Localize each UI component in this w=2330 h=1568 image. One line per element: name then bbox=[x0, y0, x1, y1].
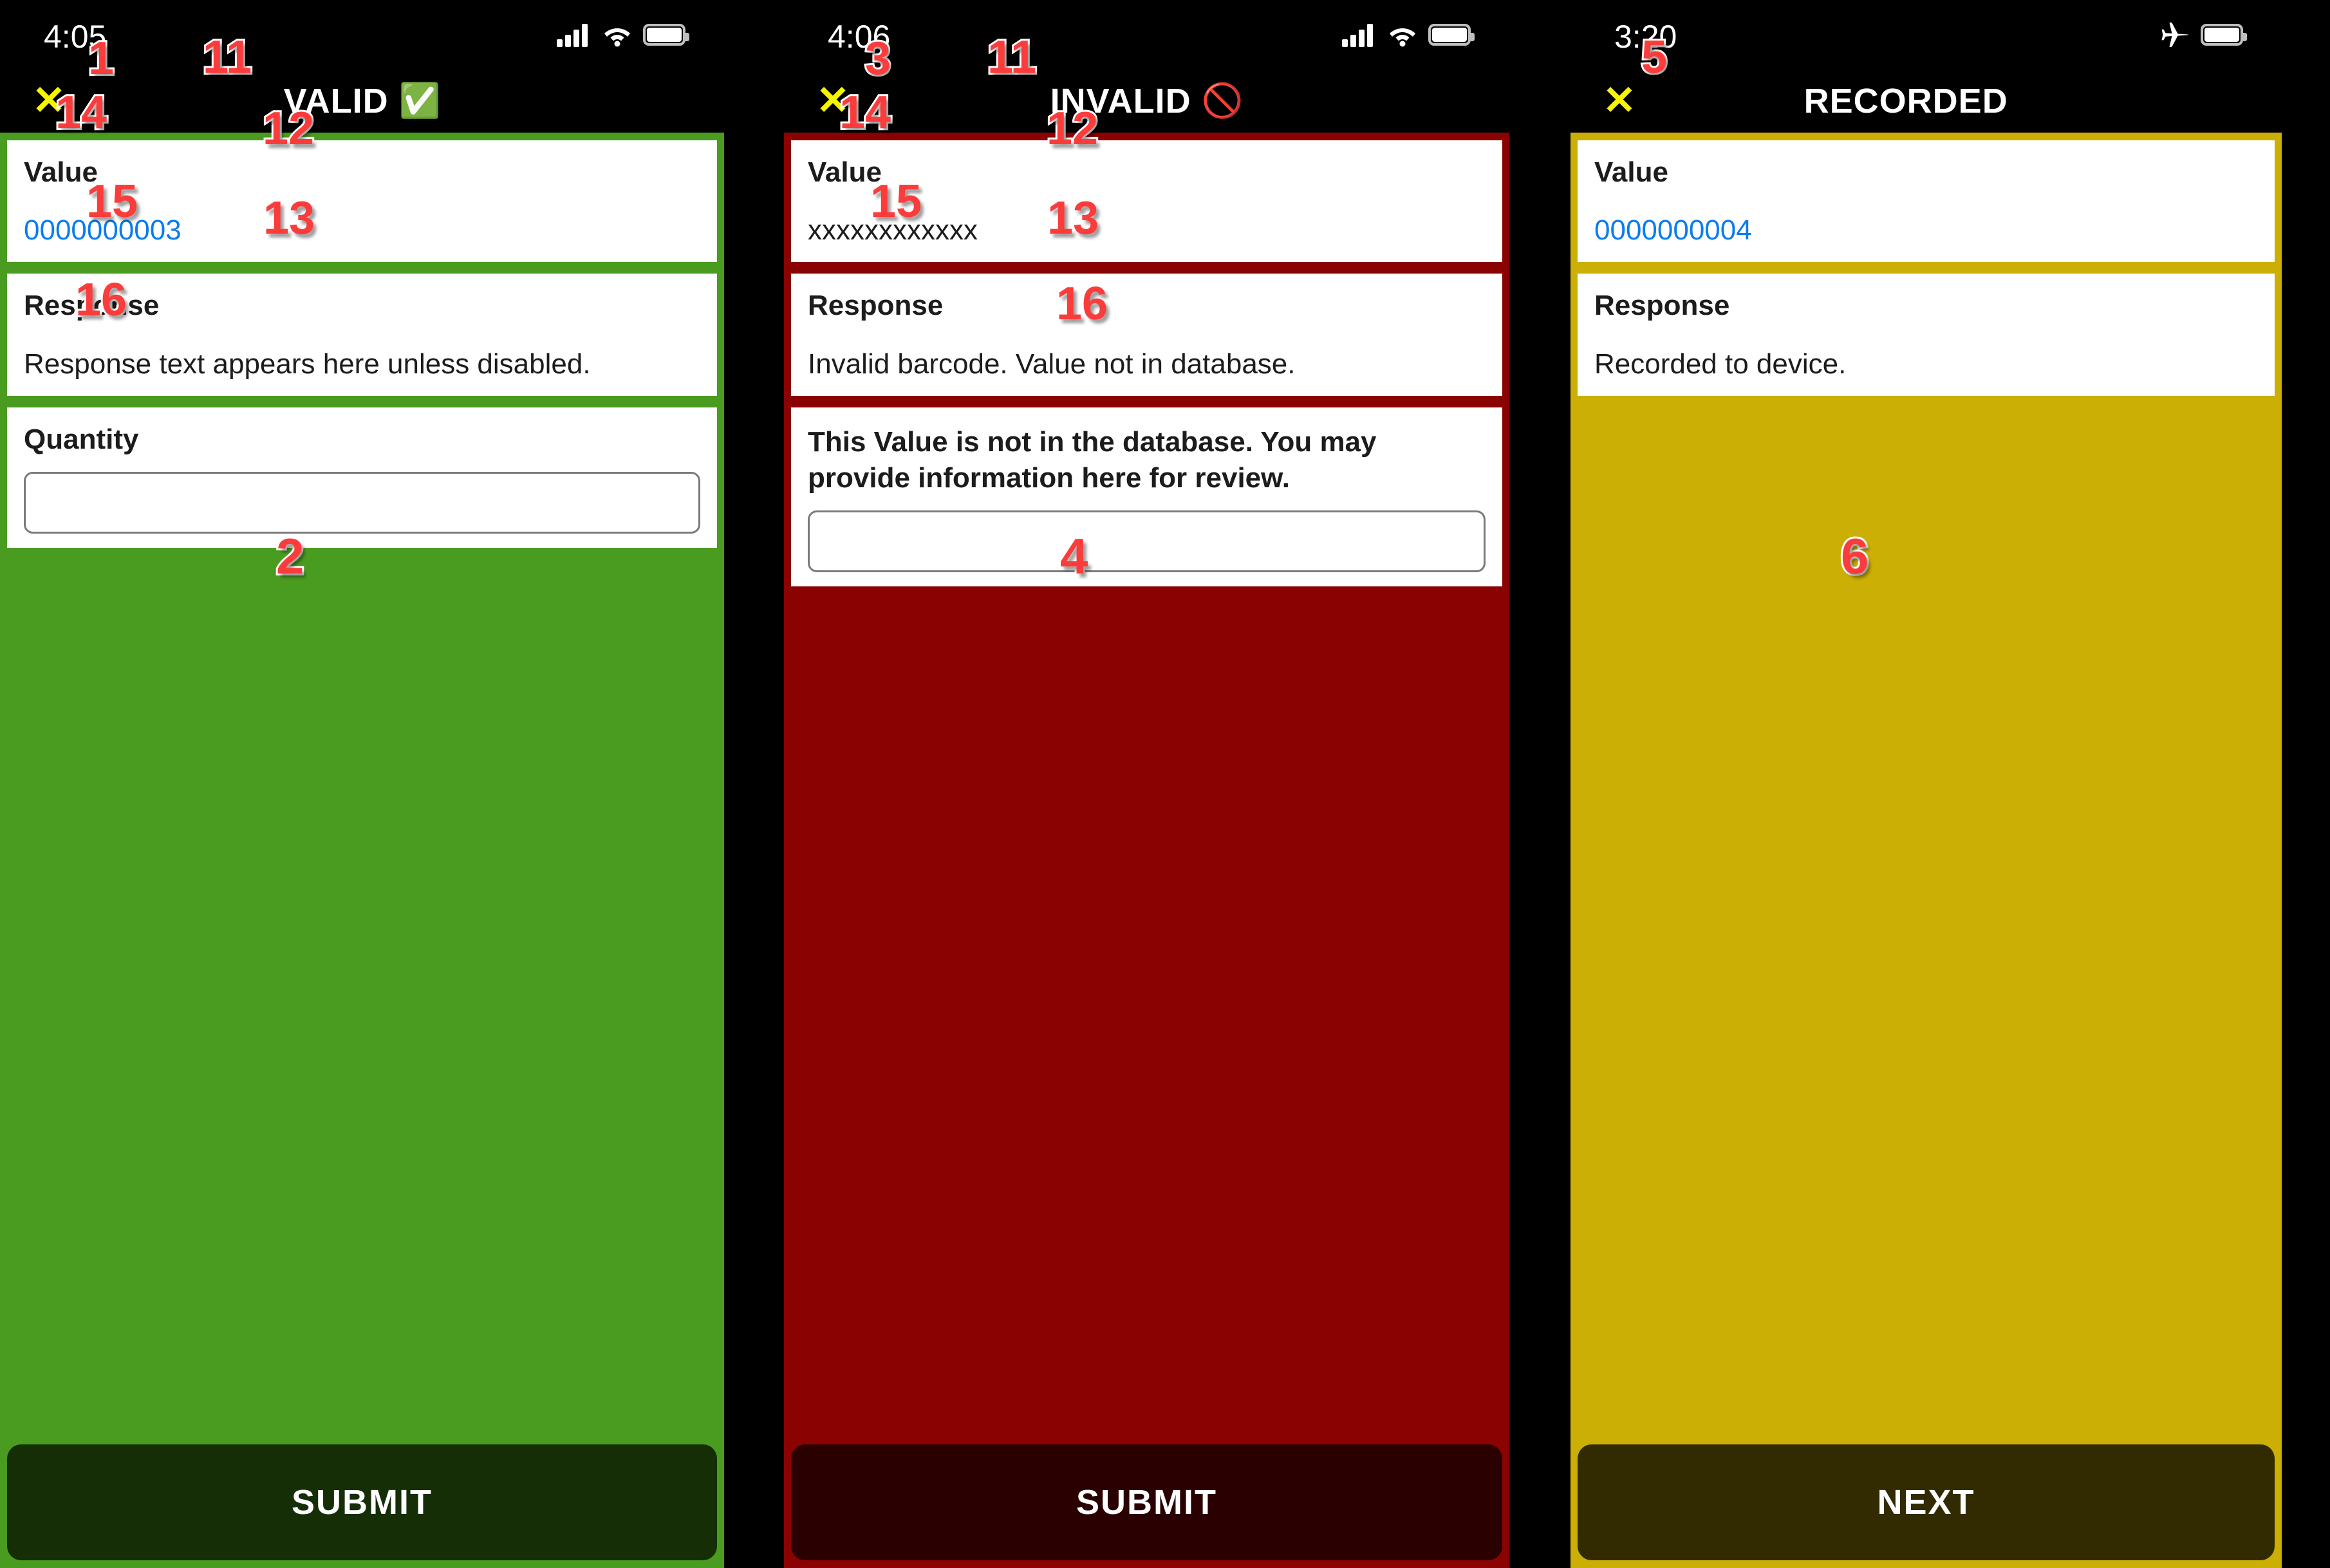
phone-panel-invalid: 4:06 ✕ INVALID 🚫 Value xxxxxxxxxxxx Resp… bbox=[784, 0, 1509, 1568]
response-card: Response Response text appears here unle… bbox=[7, 274, 717, 396]
status-bar-icons bbox=[1342, 19, 1475, 50]
red-prohibited-icon: 🚫 bbox=[1201, 82, 1244, 120]
airplane-mode-icon bbox=[2159, 21, 2190, 48]
cellular-bars-icon bbox=[557, 23, 592, 47]
nav-title-group: RECORDED ⚠ bbox=[1570, 81, 2282, 121]
response-card-label: Response bbox=[1594, 290, 1730, 322]
status-bar: 3:20 bbox=[1570, 0, 2282, 70]
panel-body-recorded: Value 0000000004 Response Recorded to de… bbox=[1570, 133, 2282, 1568]
value-card-value: 0000000004 bbox=[1594, 214, 1752, 247]
value-card-label: Value bbox=[24, 156, 98, 188]
response-card-text: Recorded to device. bbox=[1594, 348, 1847, 380]
quantity-input[interactable] bbox=[24, 472, 700, 534]
page-title: VALID bbox=[283, 82, 389, 120]
nav-bar: ✕ RECORDED ⚠ bbox=[1570, 70, 2282, 133]
wifi-icon bbox=[1387, 23, 1418, 47]
battery-icon bbox=[2201, 24, 2247, 46]
phone-panel-valid: 4:05 ✕ VALID ✅ Value 0000000003 Response… bbox=[0, 0, 724, 1568]
value-card: Value 0000000004 bbox=[1578, 140, 2275, 263]
nav-title-group: INVALID 🚫 bbox=[784, 81, 1509, 121]
nav-bar: ✕ INVALID 🚫 bbox=[784, 70, 1509, 133]
review-card: This Value is not in the database. You m… bbox=[791, 407, 1502, 587]
status-bar-icons bbox=[2159, 19, 2247, 50]
submit-button[interactable]: SUBMIT bbox=[7, 1444, 717, 1560]
battery-icon bbox=[643, 24, 689, 46]
panel-body-invalid: Value xxxxxxxxxxxx Response Invalid barc… bbox=[784, 133, 1509, 1568]
value-card-value: 0000000003 bbox=[24, 214, 182, 247]
value-card-value: xxxxxxxxxxxx bbox=[808, 214, 978, 247]
page-title: RECORDED bbox=[1803, 82, 2008, 120]
status-bar-icons bbox=[557, 19, 689, 50]
page-title: INVALID bbox=[1050, 82, 1191, 120]
response-card-label: Response bbox=[24, 290, 160, 322]
response-card-label: Response bbox=[808, 290, 944, 322]
value-card: Value xxxxxxxxxxxx bbox=[791, 140, 1502, 263]
panel-spacer bbox=[7, 559, 717, 1444]
status-bar-time: 4:05 bbox=[44, 19, 107, 55]
nav-title-group: VALID ✅ bbox=[0, 81, 724, 121]
response-card: Response Recorded to device. bbox=[1578, 274, 2275, 396]
panel-spacer bbox=[791, 598, 1502, 1444]
submit-button[interactable]: SUBMIT bbox=[791, 1444, 1502, 1560]
review-input[interactable] bbox=[808, 510, 1486, 573]
wifi-icon bbox=[602, 23, 633, 47]
quantity-card: Quantity bbox=[7, 407, 717, 548]
battery-icon bbox=[1428, 24, 1475, 46]
status-bar-time: 3:20 bbox=[1614, 19, 1677, 55]
panel-body-valid: Value 0000000003 Response Response text … bbox=[0, 133, 724, 1568]
response-card-text: Response text appears here unless disabl… bbox=[24, 348, 591, 380]
response-card-text: Invalid barcode. Value not in database. bbox=[808, 348, 1296, 380]
nav-bar: ✕ VALID ✅ bbox=[0, 70, 724, 133]
status-bar: 4:06 bbox=[784, 0, 1509, 70]
quantity-card-label: Quantity bbox=[24, 423, 139, 455]
status-bar-time: 4:06 bbox=[828, 19, 891, 55]
value-card-label: Value bbox=[1594, 156, 1668, 188]
review-card-prompt: This Value is not in the database. You m… bbox=[808, 425, 1377, 494]
yellow-warning-icon: ⚠ bbox=[2018, 82, 2049, 120]
cellular-bars-icon bbox=[1342, 23, 1377, 47]
panel-spacer bbox=[1578, 407, 2275, 1444]
value-card-label: Value bbox=[808, 156, 882, 188]
screenshot-root: 4:05 ✕ VALID ✅ Value 0000000003 Response… bbox=[0, 0, 2330, 1568]
response-card: Response Invalid barcode. Value not in d… bbox=[791, 274, 1502, 396]
status-bar: 4:05 bbox=[0, 0, 724, 70]
green-check-circle-icon: ✅ bbox=[398, 82, 441, 120]
phone-panel-recorded: 3:20 ✕ RECORDED ⚠ Value 0000000004 Respo… bbox=[1570, 0, 2282, 1568]
next-button[interactable]: NEXT bbox=[1578, 1444, 2275, 1560]
value-card: Value 0000000003 bbox=[7, 140, 717, 263]
